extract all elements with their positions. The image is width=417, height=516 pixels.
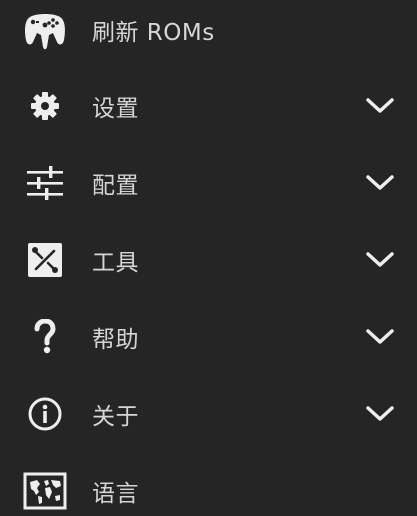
chevron-down-icon[interactable] <box>360 86 400 126</box>
menu-item-label: 配置 <box>92 173 139 199</box>
navigation-menu: 刷新 ROMs 设置 配置 工具 帮助 关于 语言 <box>0 0 417 516</box>
menu-item-refresh-roms[interactable]: 刷新 ROMs <box>0 2 417 58</box>
chevron-down-icon[interactable] <box>360 163 400 203</box>
menu-item-config[interactable]: 配置 <box>0 155 417 211</box>
menu-item-label: 语言 <box>92 481 139 507</box>
tools-icon <box>22 237 68 283</box>
chevron-down-icon[interactable] <box>360 317 400 357</box>
question-icon <box>22 314 68 360</box>
world-map-icon <box>22 468 68 514</box>
sliders-icon <box>22 160 68 206</box>
menu-item-label: 刷新 ROMs <box>92 20 215 46</box>
chevron-down-icon[interactable] <box>360 394 400 434</box>
menu-item-settings[interactable]: 设置 <box>0 78 417 134</box>
menu-item-label: 帮助 <box>92 327 139 353</box>
menu-item-label: 设置 <box>92 96 139 122</box>
menu-item-label: 关于 <box>92 404 139 430</box>
menu-item-language[interactable]: 语言 <box>0 463 417 516</box>
chevron-down-icon[interactable] <box>360 240 400 280</box>
gamepad-icon <box>22 7 68 53</box>
menu-item-about[interactable]: 关于 <box>0 386 417 442</box>
menu-item-label: 工具 <box>92 250 139 276</box>
menu-item-help[interactable]: 帮助 <box>0 309 417 365</box>
info-icon <box>22 391 68 437</box>
gear-icon <box>22 83 68 129</box>
menu-item-tools[interactable]: 工具 <box>0 232 417 288</box>
